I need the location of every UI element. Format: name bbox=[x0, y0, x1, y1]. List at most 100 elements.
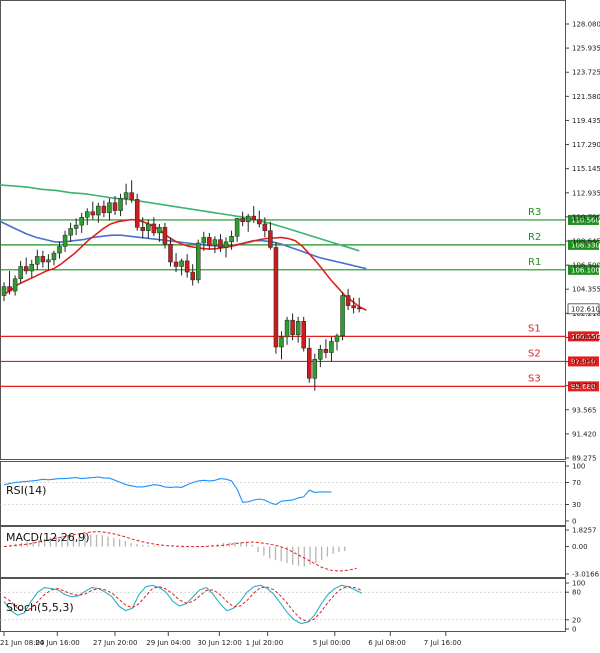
candle-up bbox=[96, 205, 101, 216]
candle-up bbox=[245, 215, 251, 222]
time-tick-label: 7 Jul 16:00 bbox=[424, 639, 462, 647]
price-tick-label: 115.145 bbox=[572, 165, 600, 173]
candle-down bbox=[140, 227, 145, 231]
candle-down bbox=[307, 347, 312, 379]
price-tick-label: 117.290 bbox=[572, 141, 600, 149]
level-name-r1: R1 bbox=[528, 257, 541, 268]
price-tick-label: 125.935 bbox=[572, 45, 600, 53]
chart-svg: R3110.560R2108.330R1106.100S1100.150S297… bbox=[0, 0, 600, 647]
stoch-tick-label: 0 bbox=[572, 626, 576, 634]
candle-up bbox=[118, 197, 123, 211]
stoch-pane-frame bbox=[0, 578, 566, 632]
price-tick-label: 110.790 bbox=[572, 213, 600, 221]
candle-down bbox=[134, 199, 140, 228]
candle-down bbox=[7, 286, 12, 292]
candle-down bbox=[162, 227, 168, 245]
candle-up bbox=[212, 239, 218, 246]
candle-down bbox=[184, 260, 190, 273]
candle-up bbox=[73, 224, 79, 229]
candle-up bbox=[340, 295, 345, 337]
candle-up bbox=[146, 223, 151, 231]
price-tick-label: 91.420 bbox=[572, 430, 597, 438]
candle-down bbox=[40, 256, 46, 263]
candle-up bbox=[57, 246, 62, 254]
time-tick-label: 27 Jun 20:00 bbox=[93, 639, 137, 647]
rsi-tick-label: 30 bbox=[572, 501, 581, 509]
candle-up bbox=[223, 241, 229, 248]
price-tick-label: 121.580 bbox=[572, 93, 600, 101]
candle-up bbox=[68, 228, 73, 236]
candle-up bbox=[85, 211, 90, 218]
candle-down bbox=[218, 239, 223, 248]
time-tick-label: 30 Jun 12:00 bbox=[197, 639, 241, 647]
time-tick-label: 29 Jun 04:00 bbox=[146, 639, 190, 647]
candle-down bbox=[257, 219, 262, 225]
candle-up bbox=[29, 263, 34, 272]
candle-down bbox=[290, 319, 295, 335]
rsi-pane-frame bbox=[0, 461, 566, 526]
candle-up bbox=[46, 259, 51, 263]
rsi-tick-label: 100 bbox=[572, 463, 585, 471]
candle-down bbox=[23, 266, 29, 272]
time-tick-label: 6 Jul 08:00 bbox=[368, 639, 406, 647]
stoch-tick-label: 80 bbox=[572, 589, 581, 597]
candle-down bbox=[207, 237, 212, 246]
macd-tick-label: -3.0166 bbox=[572, 571, 600, 579]
rsi-tick-label: 70 bbox=[572, 479, 581, 487]
rsi-tick-label: 0 bbox=[572, 518, 576, 526]
time-tick-label: 24 Jun 16:00 bbox=[35, 639, 79, 647]
price-tick-label: 95.710 bbox=[572, 382, 597, 390]
price-pane-frame bbox=[0, 0, 566, 460]
price-tick-label: 104.355 bbox=[572, 286, 600, 294]
candle-up bbox=[334, 335, 340, 342]
level-name-r2: R2 bbox=[528, 232, 541, 243]
price-tick-label: 106.500 bbox=[572, 262, 600, 270]
candle-up bbox=[123, 192, 129, 199]
candle-down bbox=[273, 247, 279, 348]
price-tick-label: 89.275 bbox=[572, 455, 597, 463]
time-tick-label: 1 Jul 20:00 bbox=[246, 639, 284, 647]
candle-down bbox=[356, 307, 362, 310]
candle-up bbox=[196, 242, 201, 281]
price-tick-label: 112.935 bbox=[572, 189, 600, 197]
level-name-r3: R3 bbox=[528, 207, 541, 218]
level-name-s2: S2 bbox=[528, 348, 541, 359]
candle-up bbox=[201, 237, 207, 244]
candle-down bbox=[190, 271, 195, 281]
macd-tick-label: 0.00 bbox=[572, 543, 588, 551]
candle-down bbox=[351, 305, 356, 309]
candle-up bbox=[329, 341, 334, 353]
candle-up bbox=[18, 266, 23, 280]
candle-down bbox=[301, 321, 306, 349]
time-axis: 21 Jun 08:0024 Jun 16:00 27 Jun 20:00 29 J… bbox=[0, 632, 461, 647]
candle-up bbox=[179, 260, 184, 267]
price-tick-label: 119.435 bbox=[572, 117, 600, 125]
candle-down bbox=[345, 295, 351, 306]
candle-up bbox=[295, 321, 301, 335]
price-tick-label: 108.645 bbox=[572, 238, 600, 246]
candle-down bbox=[168, 243, 173, 263]
candle-down bbox=[129, 192, 134, 200]
stoch-tick-label: 20 bbox=[572, 616, 581, 624]
candle-up bbox=[51, 252, 57, 261]
stoch-title: Stoch(5,5,3) bbox=[6, 601, 74, 614]
candle-down bbox=[251, 215, 256, 220]
time-tick-label: 5 Jul 00:00 bbox=[313, 639, 351, 647]
candle-down bbox=[262, 223, 268, 231]
price-tick-label: 93.565 bbox=[572, 406, 597, 414]
candle-down bbox=[323, 348, 329, 353]
price-tick-label: 97.855 bbox=[572, 358, 597, 366]
candle-down bbox=[151, 223, 157, 234]
candle-up bbox=[229, 236, 234, 243]
candle-down bbox=[240, 218, 245, 222]
candle-up bbox=[318, 348, 323, 360]
macd-title: MACD(12,26,9) bbox=[6, 531, 90, 544]
candle-up bbox=[1, 286, 7, 296]
current-price-label: 102.610 bbox=[571, 305, 600, 313]
price-tick-label: 128.080 bbox=[572, 21, 600, 29]
price-tick-label: 123.725 bbox=[572, 69, 600, 77]
candle-down bbox=[112, 202, 118, 211]
candle-down bbox=[101, 205, 107, 214]
candle-up bbox=[107, 202, 112, 214]
candle-up bbox=[234, 218, 240, 237]
